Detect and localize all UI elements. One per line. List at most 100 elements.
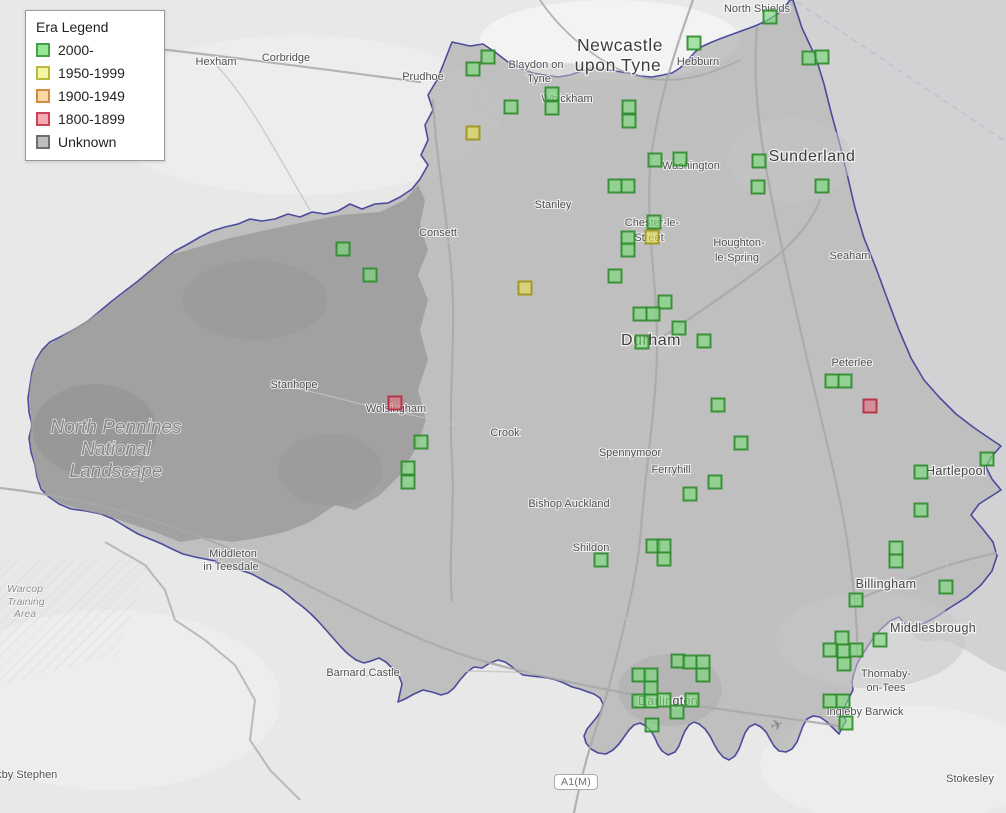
era-marker-g[interactable]: [696, 333, 712, 349]
place-label: Landscape: [70, 461, 163, 482]
place-label: North Pennines: [51, 417, 182, 438]
place-label: Middlesbrough: [890, 621, 976, 635]
legend-title: Era Legend: [36, 19, 109, 35]
era-marker-y[interactable]: [644, 229, 660, 245]
legend-swatch-1800s: [36, 112, 50, 126]
era-marker-g[interactable]: [822, 642, 838, 658]
era-marker-g[interactable]: [814, 178, 830, 194]
place-label: le-Spring: [715, 252, 759, 264]
era-marker-g[interactable]: [544, 86, 560, 102]
era-marker-g[interactable]: [669, 704, 685, 720]
place-label: North Shields: [724, 3, 791, 15]
place-label: upon Tyne: [575, 55, 662, 75]
era-marker-y[interactable]: [517, 280, 533, 296]
era-marker-g[interactable]: [544, 100, 560, 116]
era-marker-g[interactable]: [750, 179, 766, 195]
era-marker-g[interactable]: [465, 61, 481, 77]
era-marker-g[interactable]: [837, 373, 853, 389]
era-marker-g[interactable]: [822, 693, 838, 709]
era-marker-g[interactable]: [607, 268, 623, 284]
place-label: Newcastle: [577, 35, 663, 55]
era-marker-g[interactable]: [801, 50, 817, 66]
place-label: Training: [7, 596, 44, 608]
road-badge-a1m: A1(M): [553, 774, 599, 790]
legend-item-1900s: 1900-1949: [36, 88, 154, 104]
place-label: Crook: [490, 427, 520, 439]
era-marker-g[interactable]: [684, 692, 700, 708]
era-marker-g[interactable]: [621, 99, 637, 115]
era-marker-g[interactable]: [620, 178, 636, 194]
era-marker-g[interactable]: [656, 692, 672, 708]
place-label: Sunderland: [769, 148, 856, 165]
place-label: Prudhoe: [402, 71, 444, 83]
era-marker-g[interactable]: [848, 642, 864, 658]
era-marker-g[interactable]: [643, 693, 659, 709]
era-marker-g[interactable]: [593, 552, 609, 568]
era-marker-g[interactable]: [400, 460, 416, 476]
era-marker-g[interactable]: [835, 693, 851, 709]
era-marker-g[interactable]: [836, 656, 852, 672]
legend-item-1950s: 1950-1999: [36, 65, 154, 81]
era-marker-g[interactable]: [647, 152, 663, 168]
era-marker-g[interactable]: [644, 717, 660, 733]
era-marker-g[interactable]: [400, 474, 416, 490]
place-label: Barnard Castle: [326, 667, 399, 679]
era-marker-g[interactable]: [913, 502, 929, 518]
era-marker-g[interactable]: [607, 178, 623, 194]
era-marker-g[interactable]: [503, 99, 519, 115]
place-label: Peterlee: [832, 357, 873, 369]
era-marker-g[interactable]: [620, 242, 636, 258]
era-marker-g[interactable]: [848, 592, 864, 608]
era-marker-g[interactable]: [682, 486, 698, 502]
era-marker-g[interactable]: [913, 464, 929, 480]
place-label: Middleton: [209, 548, 257, 560]
era-marker-g[interactable]: [824, 373, 840, 389]
legend-label-unknown: Unknown: [58, 134, 117, 150]
era-marker-g[interactable]: [695, 654, 711, 670]
era-marker-g[interactable]: [632, 306, 648, 322]
place-label: Billingham: [856, 577, 917, 591]
legend-label-2000s: 2000-: [58, 42, 94, 58]
era-marker-y[interactable]: [465, 125, 481, 141]
place-label: Houghton-: [713, 237, 765, 249]
era-marker-g[interactable]: [872, 632, 888, 648]
era-marker-g[interactable]: [979, 451, 995, 467]
era-marker-g[interactable]: [686, 35, 702, 51]
era-marker-g[interactable]: [362, 267, 378, 283]
era-marker-g[interactable]: [710, 397, 726, 413]
era-marker-g[interactable]: [480, 49, 496, 65]
era-marker-g[interactable]: [656, 538, 672, 554]
era-marker-r[interactable]: [862, 398, 878, 414]
era-marker-g[interactable]: [814, 49, 830, 65]
era-marker-g[interactable]: [682, 654, 698, 670]
legend-label-1900s: 1900-1949: [58, 88, 125, 104]
era-marker-g[interactable]: [733, 435, 749, 451]
legend-swatch-unknown: [36, 135, 50, 149]
era-marker-g[interactable]: [671, 320, 687, 336]
place-label: Consett: [419, 227, 457, 239]
era-marker-g[interactable]: [751, 153, 767, 169]
era-legend: Era Legend 2000- 1950-1999 1900-1949 1800-1…: [25, 10, 165, 161]
era-marker-g[interactable]: [707, 474, 723, 490]
era-marker-g[interactable]: [838, 715, 854, 731]
era-marker-g[interactable]: [645, 306, 661, 322]
era-marker-g[interactable]: [413, 434, 429, 450]
place-label: Blaydon on: [508, 59, 563, 71]
era-marker-g[interactable]: [621, 113, 637, 129]
era-marker-g[interactable]: [888, 553, 904, 569]
era-marker-g[interactable]: [643, 680, 659, 696]
era-marker-g[interactable]: [646, 214, 662, 230]
era-marker-g[interactable]: [762, 9, 778, 25]
era-marker-g[interactable]: [335, 241, 351, 257]
era-marker-r[interactable]: [387, 395, 403, 411]
place-label: Hexham: [196, 56, 237, 68]
era-marker-g[interactable]: [656, 551, 672, 567]
era-marker-g[interactable]: [643, 667, 659, 683]
era-marker-g[interactable]: [634, 334, 650, 350]
era-marker-g[interactable]: [938, 579, 954, 595]
place-label: Stokesley: [946, 773, 994, 785]
era-marker-g[interactable]: [888, 540, 904, 556]
era-marker-g[interactable]: [695, 667, 711, 683]
legend-swatch-1900s: [36, 89, 50, 103]
era-marker-g[interactable]: [672, 151, 688, 167]
